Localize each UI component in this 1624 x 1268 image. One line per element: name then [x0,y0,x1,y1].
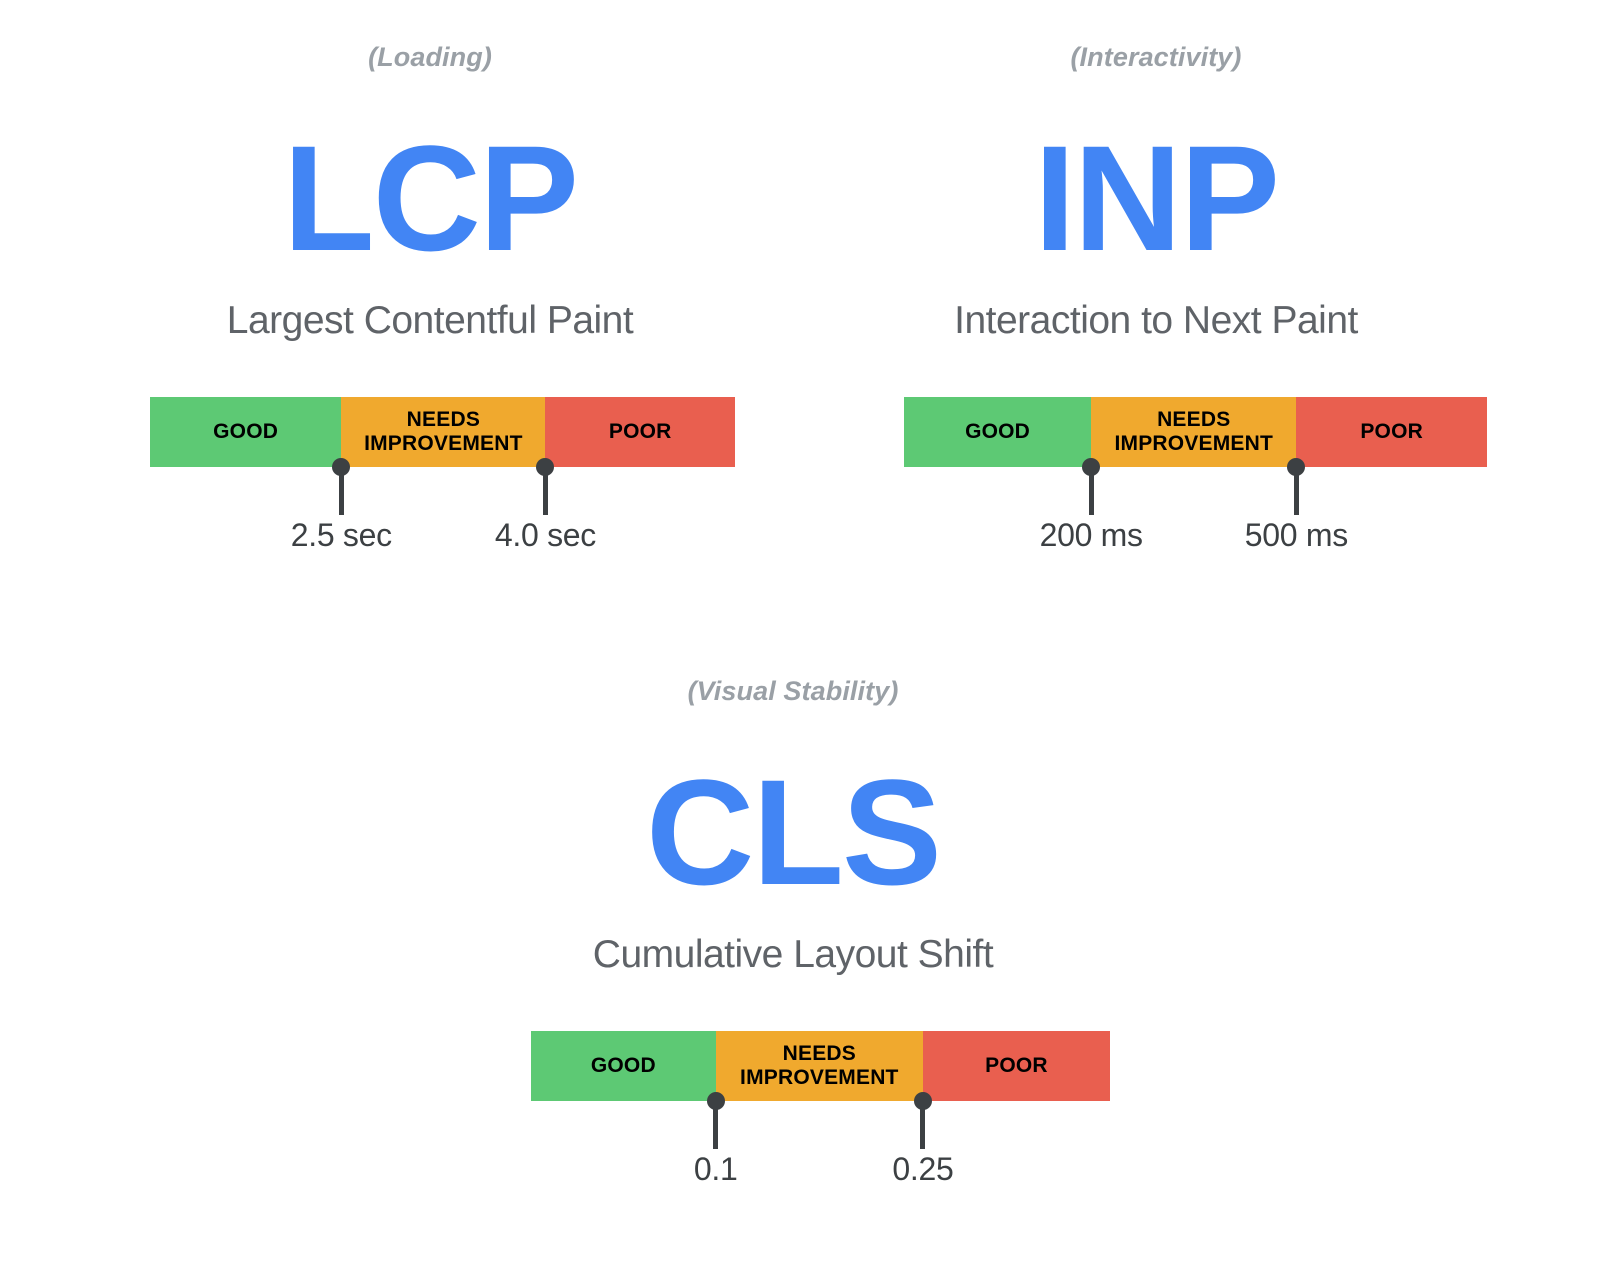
threshold-bar-inp: GOOD NEEDS IMPROVEMENT POOR 200 ms 500 m… [904,397,1487,551]
threshold-bar-cls: GOOD NEEDS IMPROVEMENT POOR 0.1 0.25 [531,1031,1110,1185]
rating-bar-inp: GOOD NEEDS IMPROVEMENT POOR [904,397,1487,467]
rating-segment-good-lcp: GOOD [150,397,342,467]
rating-segment-needs-improvement-lcp: NEEDS IMPROVEMENT [341,397,546,467]
threshold-label-inp-1: 200 ms [1039,517,1143,553]
metric-acronym-cls: CLS [646,748,942,916]
rating-segment-poor-inp: POOR [1296,397,1487,467]
threshold-stem [713,1101,719,1149]
threshold-label-cls-2: 0.25 [892,1151,954,1187]
rating-segment-poor-lcp: POOR [545,397,735,467]
threshold-label-lcp-2: 4.0 sec [494,517,596,553]
threshold-stem [338,467,344,515]
metric-category-lcp: (Loading) [368,42,492,72]
metric-fullname-cls: Cumulative Layout Shift [592,933,994,976]
metric-category-cls: (Visual Stability) [687,676,899,706]
rating-segment-good-inp: GOOD [904,397,1092,467]
threshold-stem [1293,467,1299,515]
threshold-stem [1088,467,1094,515]
threshold-stem [542,467,548,515]
metric-fullname-lcp: Largest Contentful Paint [226,299,634,342]
metric-block-inp: (Interactivity) INP Interaction to Next … [856,42,1456,342]
rating-segment-label: NEEDS IMPROVEMENT [740,1042,899,1089]
rating-segment-poor-cls: POOR [922,1031,1110,1101]
threshold-stem [920,1101,926,1149]
rating-segment-good-cls: GOOD [531,1031,716,1101]
metric-acronym-lcp: LCP [283,114,579,282]
rating-bar-cls: GOOD NEEDS IMPROVEMENT POOR [531,1031,1110,1101]
threshold-label-inp-2: 500 ms [1244,517,1348,553]
rating-segment-label: NEEDS IMPROVEMENT [1114,408,1274,455]
threshold-label-lcp-1: 2.5 sec [290,517,392,553]
rating-segment-label: NEEDS IMPROVEMENT [364,408,523,455]
rating-segment-needs-improvement-cls: NEEDS IMPROVEMENT [715,1031,923,1101]
infographic-canvas: (Loading) LCP Largest Contentful Paint G… [0,0,1624,1268]
metric-category-inp: (Interactivity) [1070,42,1242,72]
metric-fullname-inp: Interaction to Next Paint [954,299,1358,342]
metric-acronym-inp: INP [1033,114,1280,282]
rating-segment-needs-improvement-inp: NEEDS IMPROVEMENT [1091,397,1297,467]
threshold-label-cls-1: 0.1 [693,1151,738,1187]
metric-block-cls: (Visual Stability) CLS Cumulative Layout… [493,676,1093,976]
metric-block-lcp: (Loading) LCP Largest Contentful Paint [130,42,730,342]
threshold-bar-lcp: GOOD NEEDS IMPROVEMENT POOR 2.5 sec 4.0 … [150,397,735,551]
rating-bar-lcp: GOOD NEEDS IMPROVEMENT POOR [150,397,735,467]
